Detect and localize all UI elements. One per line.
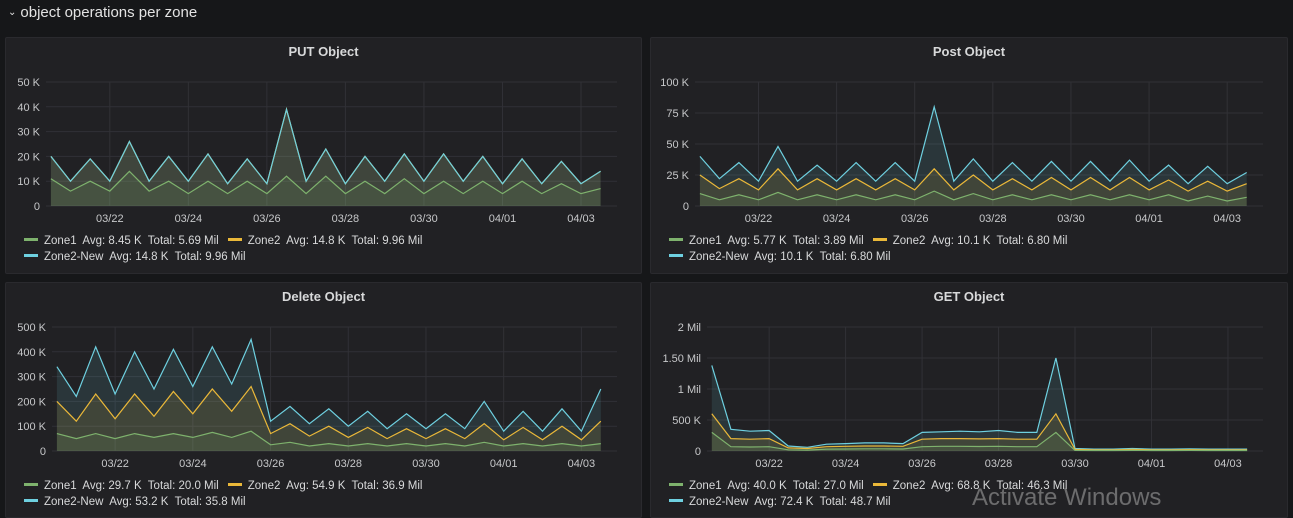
legend-item-zone2[interactable]: Zone2 Avg: 10.1 K Total: 6.80 Mil xyxy=(872,233,1068,249)
legend-swatch xyxy=(227,238,242,241)
x-tick-label: 03/26 xyxy=(908,458,936,470)
legend-item-zone2-new[interactable]: Zone2-New Avg: 53.2 K Total: 35.8 Mil xyxy=(24,494,246,510)
x-tick-label: 03/28 xyxy=(985,458,1013,470)
legend-item-zone1[interactable]: Zone1 Avg: 5.77 K Total: 3.89 Mil xyxy=(669,233,864,249)
row-toggle[interactable]: ⌄ object operations per zone xyxy=(8,4,197,21)
x-tick-label: 04/03 xyxy=(568,458,596,470)
x-tick-label: 03/24 xyxy=(832,458,860,470)
legend-text: Zone2-New Avg: 10.1 K Total: 6.80 Mil xyxy=(689,251,891,263)
panel-delete-object[interactable]: Delete Object 0 100 K 200 K 300 K 400 K 500 K… xyxy=(5,282,642,518)
legend-item-zone2-new[interactable]: Zone2-New Avg: 14.8 K Total: 9.96 Mil xyxy=(24,249,246,265)
legend-item-zone2-new[interactable]: Zone2-New Avg: 10.1 K Total: 6.80 Mil xyxy=(669,249,891,265)
y-tick-label: 1.50 Mil xyxy=(662,353,701,365)
legend: Zone1 Avg: 29.7 K Total: 20.0 Mil Zone2 A… xyxy=(24,478,629,510)
legend-text: Zone2-New Avg: 14.8 K Total: 9.96 Mil xyxy=(44,251,246,263)
legend-item-zone2-new[interactable]: Zone2-New Avg: 72.4 K Total: 48.7 Mil xyxy=(669,494,891,510)
y-tick-label: 0 xyxy=(695,446,701,458)
x-tick-label: 04/03 xyxy=(567,213,595,225)
y-tick-label: 1 Mil xyxy=(678,384,701,396)
x-tick-label: 03/30 xyxy=(1057,213,1085,225)
legend-text: Zone1 Avg: 40.0 K Total: 27.0 Mil xyxy=(689,480,864,492)
legend-swatch xyxy=(24,483,38,486)
panel-put-object[interactable]: PUT Object 0 10 K 20 K 30 K 40 K 50 K 03/22 03/… xyxy=(5,37,642,274)
legend-text: Zone2 Avg: 10.1 K Total: 6.80 Mil xyxy=(892,235,1068,247)
y-tick-label: 75 K xyxy=(666,108,689,120)
y-tick-label: 500 K xyxy=(17,322,46,334)
legend-text: Zone1 Avg: 8.45 K Total: 5.69 Mil xyxy=(44,235,219,247)
x-tick-label: 03/28 xyxy=(334,458,362,470)
legend-text: Zone2-New Avg: 72.4 K Total: 48.7 Mil xyxy=(689,496,891,508)
panel-get-object[interactable]: GET Object 0 500 K1 Mil 1.50 Mil 2 Mil 03/22… xyxy=(650,282,1288,518)
x-tick-label: 03/24 xyxy=(175,213,203,225)
y-tick-label: 400 K xyxy=(17,347,46,359)
legend-text: Zone2 Avg: 14.8 K Total: 9.96 Mil xyxy=(247,235,423,247)
y-tick-label: 100 K xyxy=(660,77,689,89)
y-tick-label: 20 K xyxy=(17,151,40,163)
legend-item-zone2[interactable]: Zone2 Avg: 54.9 K Total: 36.9 Mil xyxy=(227,478,423,494)
legend-swatch xyxy=(24,254,38,257)
legend-text: Zone1 Avg: 29.7 K Total: 20.0 Mil xyxy=(44,480,219,492)
legend-item-zone1[interactable]: Zone1 Avg: 8.45 K Total: 5.69 Mil xyxy=(24,233,219,249)
legend-swatch xyxy=(669,254,683,257)
legend-text: Zone2-New Avg: 53.2 K Total: 35.8 Mil xyxy=(44,496,246,508)
x-tick-label: 03/30 xyxy=(412,458,440,470)
x-tick-label: 04/01 xyxy=(490,458,518,470)
x-tick-label: 03/26 xyxy=(253,213,281,225)
x-tick-label: 04/03 xyxy=(1214,458,1242,470)
x-tick-label: 03/24 xyxy=(823,213,851,225)
legend-swatch xyxy=(669,483,683,486)
activate-windows-watermark: Activate Windows xyxy=(972,484,1162,511)
y-tick-label: 300 K xyxy=(17,372,46,384)
y-tick-label: 200 K xyxy=(17,396,46,408)
legend-text: Zone2 Avg: 54.9 K Total: 36.9 Mil xyxy=(247,480,423,492)
x-tick-label: 03/22 xyxy=(96,213,124,225)
y-tick-label: 0 xyxy=(40,446,46,458)
y-tick-label: 2 Mil xyxy=(678,322,701,334)
x-tick-label: 03/28 xyxy=(979,213,1007,225)
legend-swatch xyxy=(872,238,887,241)
y-tick-label: 10 K xyxy=(17,176,40,188)
x-tick-label: 03/22 xyxy=(745,213,773,225)
legend-swatch xyxy=(669,238,683,241)
legend: Zone1 Avg: 8.45 K Total: 5.69 Mil Zone2 A… xyxy=(24,233,629,265)
x-tick-label: 03/26 xyxy=(257,458,285,470)
legend-item-zone2[interactable]: Zone2 Avg: 14.8 K Total: 9.96 Mil xyxy=(227,233,423,249)
legend-swatch xyxy=(24,499,38,502)
legend-item-zone1[interactable]: Zone1 Avg: 29.7 K Total: 20.0 Mil xyxy=(24,478,219,494)
y-tick-label: 0 xyxy=(683,201,689,213)
x-tick-label: 04/01 xyxy=(1135,213,1163,225)
y-tick-label: 100 K xyxy=(17,421,46,433)
y-tick-label: 0 xyxy=(34,201,40,213)
series-area-zone2-new xyxy=(711,358,1248,451)
y-tick-label: 40 K xyxy=(17,102,40,114)
x-tick-label: 03/22 xyxy=(755,458,783,470)
x-tick-label: 03/26 xyxy=(901,213,929,225)
legend-swatch xyxy=(872,483,887,486)
x-tick-label: 03/22 xyxy=(101,458,129,470)
x-tick-label: 04/01 xyxy=(489,213,517,225)
panel-post-object[interactable]: Post Object 0 25 K 50 K 75 K 100 K 03/22 03/24… xyxy=(650,37,1288,274)
y-tick-label: 500 K xyxy=(672,415,701,427)
legend-swatch xyxy=(669,499,683,502)
x-tick-label: 04/01 xyxy=(1138,458,1166,470)
chevron-down-icon: ⌄ xyxy=(8,7,17,18)
y-tick-label: 50 K xyxy=(17,77,40,89)
legend: Zone1 Avg: 5.77 K Total: 3.89 Mil Zone2 A… xyxy=(669,233,1275,265)
x-tick-label: 03/24 xyxy=(179,458,207,470)
y-tick-label: 25 K xyxy=(666,170,689,182)
legend-item-zone1[interactable]: Zone1 Avg: 40.0 K Total: 27.0 Mil xyxy=(669,478,864,494)
y-tick-label: 30 K xyxy=(17,127,40,139)
x-tick-label: 03/28 xyxy=(332,213,360,225)
x-tick-label: 04/03 xyxy=(1213,213,1241,225)
x-tick-label: 03/30 xyxy=(410,213,438,225)
legend-swatch xyxy=(227,483,242,486)
legend-text: Zone1 Avg: 5.77 K Total: 3.89 Mil xyxy=(689,235,864,247)
row-title: object operations per zone xyxy=(20,4,198,21)
y-tick-label: 50 K xyxy=(666,139,689,151)
legend-swatch xyxy=(24,238,38,241)
x-tick-label: 03/30 xyxy=(1061,458,1089,470)
